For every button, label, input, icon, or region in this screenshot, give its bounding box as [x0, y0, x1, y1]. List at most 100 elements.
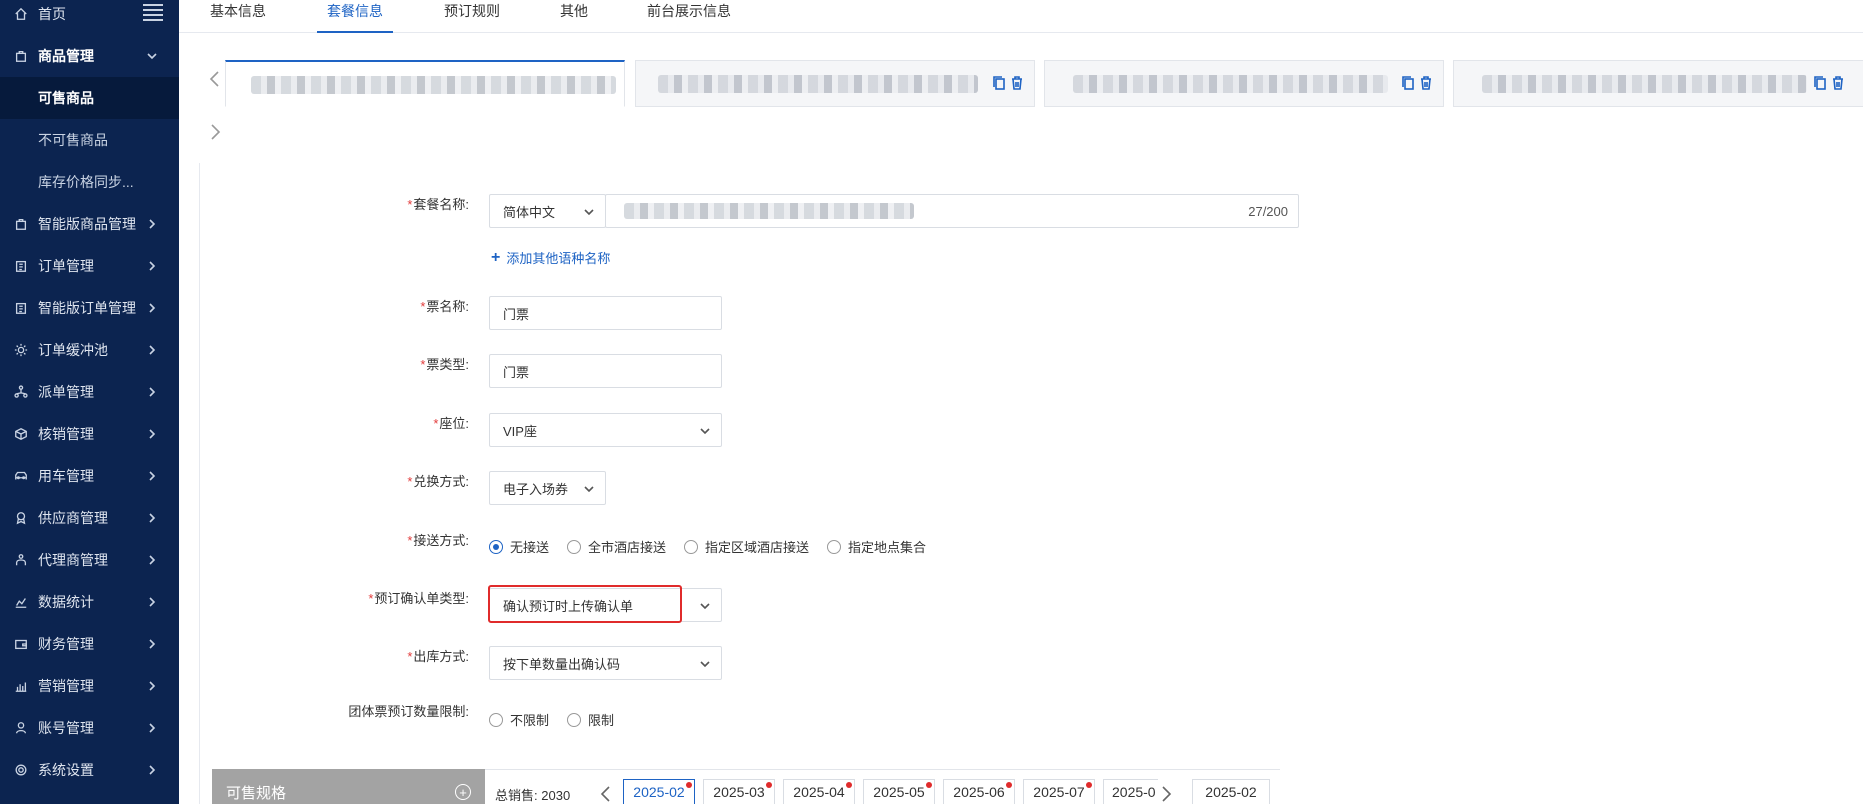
badge-icon	[13, 510, 29, 526]
sidebar-item-product-mgmt[interactable]: 商品管理	[0, 35, 179, 77]
outbound-label: *出库方式:	[407, 649, 469, 664]
package-name-label: *套餐名称:	[407, 197, 469, 212]
chevron-right-icon	[145, 427, 159, 441]
sidebar-item-6[interactable]: 用车管理	[0, 455, 179, 497]
wallet-icon	[13, 636, 29, 652]
confirm-type-label: *预订确认单类型:	[368, 591, 469, 606]
group-limit-radio-group: 不限制 限制	[489, 710, 632, 729]
sidebar-item-5[interactable]: 核销管理	[0, 413, 179, 455]
chart-icon	[13, 594, 29, 610]
sidebar-item-0[interactable]: 智能版商品管理	[0, 203, 179, 245]
ticket-name-input[interactable]: 门票	[489, 296, 722, 330]
cube-icon	[13, 426, 29, 442]
sidebar-item-4[interactable]: 派单管理	[0, 371, 179, 413]
tab-booking-rules[interactable]: 预订规则	[444, 0, 500, 33]
chevron-right-icon[interactable]	[1159, 785, 1173, 803]
red-dot-badge	[1086, 782, 1092, 788]
month-tab[interactable]: 2025-03	[703, 779, 775, 804]
sidebar-item-13[interactable]: 系统设置	[0, 749, 179, 791]
chevron-right-icon	[145, 679, 159, 693]
chevron-right-icon[interactable]	[207, 122, 223, 142]
outbound-select[interactable]: 按下单数量出确认码	[489, 646, 722, 680]
pickup-option-meeting-point[interactable]: 指定地点集合	[827, 537, 926, 556]
pickup-radio-group: 无接送 全市酒店接送 指定区域酒店接送 指定地点集合	[489, 537, 944, 556]
seat-select[interactable]: VIP座	[489, 413, 722, 447]
month-tab[interactable]: 2025-0	[1103, 779, 1158, 804]
chevron-right-icon	[145, 217, 159, 231]
copy-icon[interactable]	[1401, 75, 1415, 94]
char-count: 27/200	[1248, 203, 1288, 219]
sidebar-item-9[interactable]: 数据统计	[0, 581, 179, 623]
clipboard-icon	[13, 258, 29, 274]
clipboard-icon	[13, 300, 29, 316]
redeem-select[interactable]: 电子入场券	[489, 471, 606, 505]
redeem-label: *兑换方式:	[407, 474, 469, 489]
sidebar-item-12[interactable]: 账号管理	[0, 707, 179, 749]
menu-toggle-icon[interactable]	[143, 4, 163, 21]
package-tab-4[interactable]	[1453, 60, 1863, 107]
sidebar-item-7[interactable]: 供应商管理	[0, 497, 179, 539]
sidebar-subitem-stock-sync[interactable]: 库存价格同步...	[0, 161, 179, 203]
blurred-package-name	[658, 75, 978, 93]
delete-icon[interactable]	[1010, 75, 1024, 94]
blurred-package-name	[251, 76, 616, 94]
ticket-name-label: *票名称:	[420, 299, 469, 314]
blurred-package-name	[1482, 75, 1807, 93]
month-tab[interactable]: 2025-05	[863, 779, 935, 804]
tab-frontend-display[interactable]: 前台展示信息	[647, 0, 731, 33]
copy-icon[interactable]	[1813, 75, 1827, 94]
sidebar: 首页 商品管理 可售商品 不可售商品 库存价格同步... 智能版商品管理 订单管理…	[0, 0, 179, 804]
chevron-right-icon	[145, 343, 159, 357]
pickup-option-area-hotel[interactable]: 指定区域酒店接送	[684, 537, 809, 556]
sidebar-item-2[interactable]: 智能版订单管理	[0, 287, 179, 329]
ticket-type-label: *票类型:	[420, 357, 469, 372]
sidebar-item-11[interactable]: 营销管理	[0, 665, 179, 707]
spec-header: 可售规格 +	[212, 769, 485, 804]
user-icon	[13, 720, 29, 736]
chevron-right-icon	[145, 385, 159, 399]
chevron-down-icon	[145, 49, 159, 63]
group-limit-option-none[interactable]: 不限制	[489, 710, 549, 729]
month-tab[interactable]: 2025-07	[1023, 779, 1095, 804]
package-tab-3[interactable]	[1044, 60, 1444, 107]
language-select[interactable]: 简体中文	[489, 194, 606, 228]
chevron-right-icon	[145, 553, 159, 567]
tab-other[interactable]: 其他	[560, 0, 588, 33]
total-sales: 总销售: 2030	[495, 788, 571, 803]
ticket-type-input[interactable]: 门票	[489, 354, 722, 388]
highlight-box	[488, 585, 682, 623]
add-language-link[interactable]: + 添加其他语种名称	[491, 248, 610, 267]
package-tab-1[interactable]	[225, 60, 625, 107]
month-picker[interactable]: 2025-02	[1192, 779, 1270, 804]
copy-icon[interactable]	[992, 75, 1006, 94]
group-limit-option-limit[interactable]: 限制	[567, 710, 614, 729]
delete-icon[interactable]	[1419, 75, 1433, 94]
chevron-right-icon	[145, 469, 159, 483]
gear-icon	[13, 342, 29, 358]
red-dot-badge	[846, 782, 852, 788]
sidebar-subitem-sellable[interactable]: 可售商品	[0, 77, 179, 119]
sidebar-subitem-unsellable[interactable]: 不可售商品	[0, 119, 179, 161]
content-panel: *套餐名称: 简体中文 27/200 + 添加其他语种名称 *票名称: 门票 *票…	[179, 33, 1863, 804]
month-tab[interactable]: 2025-06	[943, 779, 1015, 804]
tab-package-info[interactable]: 套餐信息	[317, 0, 393, 33]
pickup-option-city-hotel[interactable]: 全市酒店接送	[567, 537, 666, 556]
tab-basic-info[interactable]: 基本信息	[210, 0, 266, 33]
chevron-left-icon[interactable]	[599, 785, 613, 803]
month-tab[interactable]: 2025-04	[783, 779, 855, 804]
add-circle-icon[interactable]: +	[455, 784, 471, 800]
pickup-label: *接送方式:	[407, 533, 469, 548]
month-tab[interactable]: 2025-02	[623, 779, 695, 804]
sidebar-item-10[interactable]: 财务管理	[0, 623, 179, 665]
sidebar-item-1[interactable]: 订单管理	[0, 245, 179, 287]
pickup-option-none[interactable]: 无接送	[489, 537, 549, 556]
sidebar-item-3[interactable]: 订单缓冲池	[0, 329, 179, 371]
chevron-left-icon[interactable]	[207, 69, 223, 89]
chevron-right-icon	[145, 637, 159, 651]
delete-icon[interactable]	[1831, 75, 1845, 94]
home-icon	[13, 6, 29, 22]
package-name-input[interactable]: 27/200	[605, 194, 1299, 228]
package-tab-2[interactable]	[635, 60, 1035, 107]
sidebar-item-8[interactable]: 代理商管理	[0, 539, 179, 581]
red-dot-badge	[766, 782, 772, 788]
